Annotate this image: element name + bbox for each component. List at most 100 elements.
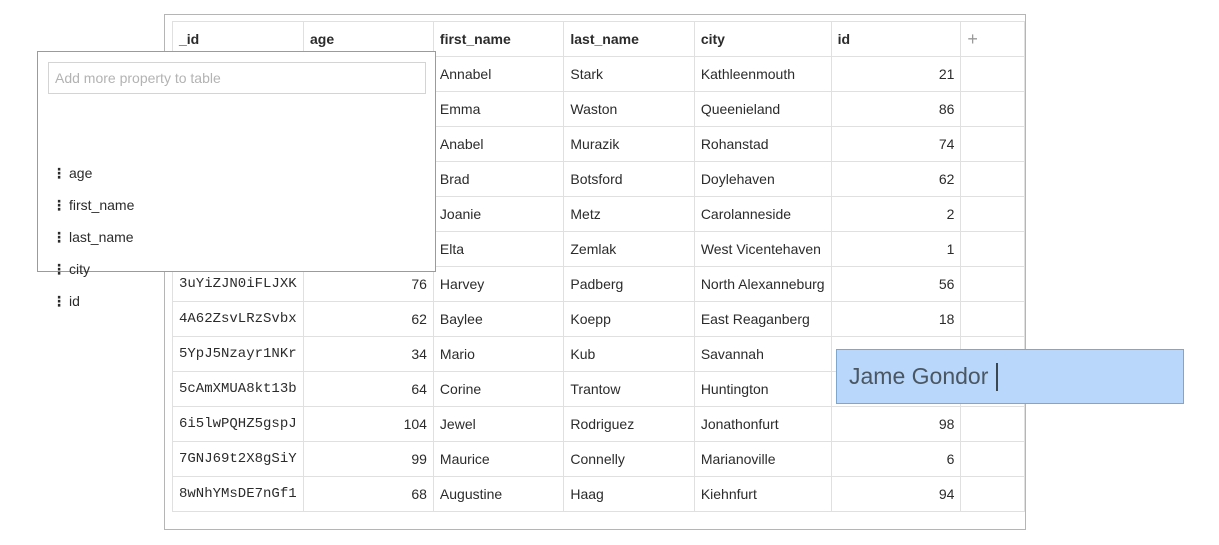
cell-age[interactable]: 68: [302, 476, 434, 512]
add-property-input[interactable]: [48, 62, 426, 94]
cell-empty: [960, 301, 1025, 337]
cell-id[interactable]: 56: [830, 266, 962, 302]
cell-first_name[interactable]: Augustine: [432, 476, 565, 512]
cell-age[interactable]: 64: [302, 371, 434, 407]
cell-first_name[interactable]: Corine: [432, 371, 565, 407]
cell-empty: [960, 126, 1025, 162]
cell-city[interactable]: West Vicentehaven: [693, 231, 832, 267]
cell-city[interactable]: Huntington: [693, 371, 832, 407]
cell-last_name[interactable]: Haag: [563, 476, 695, 512]
cell-id[interactable]: 1: [830, 231, 962, 267]
cell-last_name[interactable]: Metz: [563, 196, 695, 232]
cell-id[interactable]: 6: [830, 441, 962, 477]
property-item-label: last_name: [69, 229, 134, 245]
column-header-city[interactable]: city: [693, 21, 832, 57]
add-property-popup: ⋮ age ⋮ first_name ⋮ last_name ⋮ city ⋮ …: [37, 51, 436, 309]
cell-empty: [960, 476, 1025, 512]
cell-age[interactable]: 99: [302, 441, 434, 477]
cell-id[interactable]: 21: [830, 56, 962, 92]
property-item-first_name[interactable]: ⋮ first_name: [52, 194, 134, 216]
column-header-first_name[interactable]: first_name: [432, 21, 565, 57]
cell-city[interactable]: Marianoville: [693, 441, 832, 477]
add-column-button[interactable]: +: [960, 21, 1025, 57]
cell-city[interactable]: Jonathonfurt: [693, 406, 832, 442]
cell-empty: [960, 161, 1025, 197]
cell-city[interactable]: Carolanneside: [693, 196, 832, 232]
cell-editor[interactable]: Jame Gondor: [836, 349, 1184, 404]
table-row[interactable]: 4A62ZsvLRzSvbx 62 Baylee Koepp East Reaganbe…: [172, 301, 1025, 337]
cell-empty: [960, 91, 1025, 127]
table-row[interactable]: 7GNJ69t2X8gSiY 99 Maurice Connelly Marianovi…: [172, 441, 1025, 477]
cell-id[interactable]: 2: [830, 196, 962, 232]
cell-last_name[interactable]: Murazik: [563, 126, 695, 162]
cell-id[interactable]: 86: [830, 91, 962, 127]
cell-_id[interactable]: 6i5lwPQHZ5gspJ: [172, 406, 304, 442]
drag-handle-icon[interactable]: ⋮: [52, 293, 66, 310]
drag-handle-icon[interactable]: ⋮: [52, 197, 66, 214]
cell-city[interactable]: East Reaganberg: [693, 301, 832, 337]
cell-first_name[interactable]: Mario: [432, 336, 565, 372]
drag-handle-icon[interactable]: ⋮: [52, 261, 66, 278]
cell-empty: [960, 266, 1025, 302]
property-item-label: id: [69, 293, 80, 309]
cell-first_name[interactable]: Anabel: [432, 126, 565, 162]
cell-id[interactable]: 62: [830, 161, 962, 197]
property-item-age[interactable]: ⋮ age: [52, 162, 92, 184]
cell-last_name[interactable]: Koepp: [563, 301, 695, 337]
cell-_id[interactable]: 5cAmXMUA8kt13b: [172, 371, 304, 407]
cell-editor-text: Jame Gondor: [849, 363, 989, 389]
cell-first_name[interactable]: Annabel: [432, 56, 565, 92]
cell-first_name[interactable]: Elta: [432, 231, 565, 267]
cell-first_name[interactable]: Jewel: [432, 406, 565, 442]
cell-id[interactable]: 94: [830, 476, 962, 512]
cell-first_name[interactable]: Joanie: [432, 196, 565, 232]
property-item-city[interactable]: ⋮ city: [52, 258, 90, 280]
cell-city[interactable]: North Alexanneburg: [693, 266, 832, 302]
property-item-last_name[interactable]: ⋮ last_name: [52, 226, 134, 248]
cell-_id[interactable]: 5YpJ5Nzayr1NKr: [172, 336, 304, 372]
cell-_id[interactable]: 4A62ZsvLRzSvbx: [172, 301, 304, 337]
cell-id[interactable]: 98: [830, 406, 962, 442]
cell-city[interactable]: Kiehnfurt: [693, 476, 832, 512]
cell-first_name[interactable]: Maurice: [432, 441, 565, 477]
cell-age[interactable]: 104: [302, 406, 434, 442]
cell-last_name[interactable]: Kub: [563, 336, 695, 372]
cell-age[interactable]: 62: [302, 301, 434, 337]
column-header-id[interactable]: id: [830, 21, 962, 57]
drag-handle-icon[interactable]: ⋮: [52, 229, 66, 246]
table-row[interactable]: 8wNhYMsDE7nGf1 68 Augustine Haag Kiehnfurt 94: [172, 476, 1025, 512]
cell-age[interactable]: 34: [302, 336, 434, 372]
table-row[interactable]: 6i5lwPQHZ5gspJ 104 Jewel Rodriguez Jonathonf…: [172, 406, 1025, 442]
cell-empty: [960, 441, 1025, 477]
cell-last_name[interactable]: Connelly: [563, 441, 695, 477]
drag-handle-icon[interactable]: ⋮: [52, 165, 66, 182]
cell-id[interactable]: 18: [830, 301, 962, 337]
cell-city[interactable]: Doylehaven: [693, 161, 832, 197]
cell-empty: [960, 231, 1025, 267]
property-item-id[interactable]: ⋮ id: [52, 290, 80, 312]
cell-first_name[interactable]: Baylee: [432, 301, 565, 337]
cell-city[interactable]: Rohanstad: [693, 126, 832, 162]
cell-first_name[interactable]: Brad: [432, 161, 565, 197]
column-header-last_name[interactable]: last_name: [563, 21, 695, 57]
cell-_id[interactable]: 8wNhYMsDE7nGf1: [172, 476, 304, 512]
cell-last_name[interactable]: Rodriguez: [563, 406, 695, 442]
property-item-label: age: [69, 165, 93, 181]
cell-last_name[interactable]: Trantow: [563, 371, 695, 407]
cell-id[interactable]: 74: [830, 126, 962, 162]
cell-empty: [960, 56, 1025, 92]
cell-first_name[interactable]: Emma: [432, 91, 565, 127]
cell-first_name[interactable]: Harvey: [432, 266, 565, 302]
cell-city[interactable]: Queenieland: [693, 91, 832, 127]
cell-city[interactable]: Savannah: [693, 336, 832, 372]
cell-last_name[interactable]: Waston: [563, 91, 695, 127]
property-item-label: city: [69, 261, 90, 277]
cell-city[interactable]: Kathleenmouth: [693, 56, 832, 92]
property-item-label: first_name: [69, 197, 135, 213]
cell-empty: [960, 196, 1025, 232]
cell-_id[interactable]: 7GNJ69t2X8gSiY: [172, 441, 304, 477]
cell-last_name[interactable]: Botsford: [563, 161, 695, 197]
cell-last_name[interactable]: Stark: [563, 56, 695, 92]
cell-last_name[interactable]: Zemlak: [563, 231, 695, 267]
cell-last_name[interactable]: Padberg: [563, 266, 695, 302]
